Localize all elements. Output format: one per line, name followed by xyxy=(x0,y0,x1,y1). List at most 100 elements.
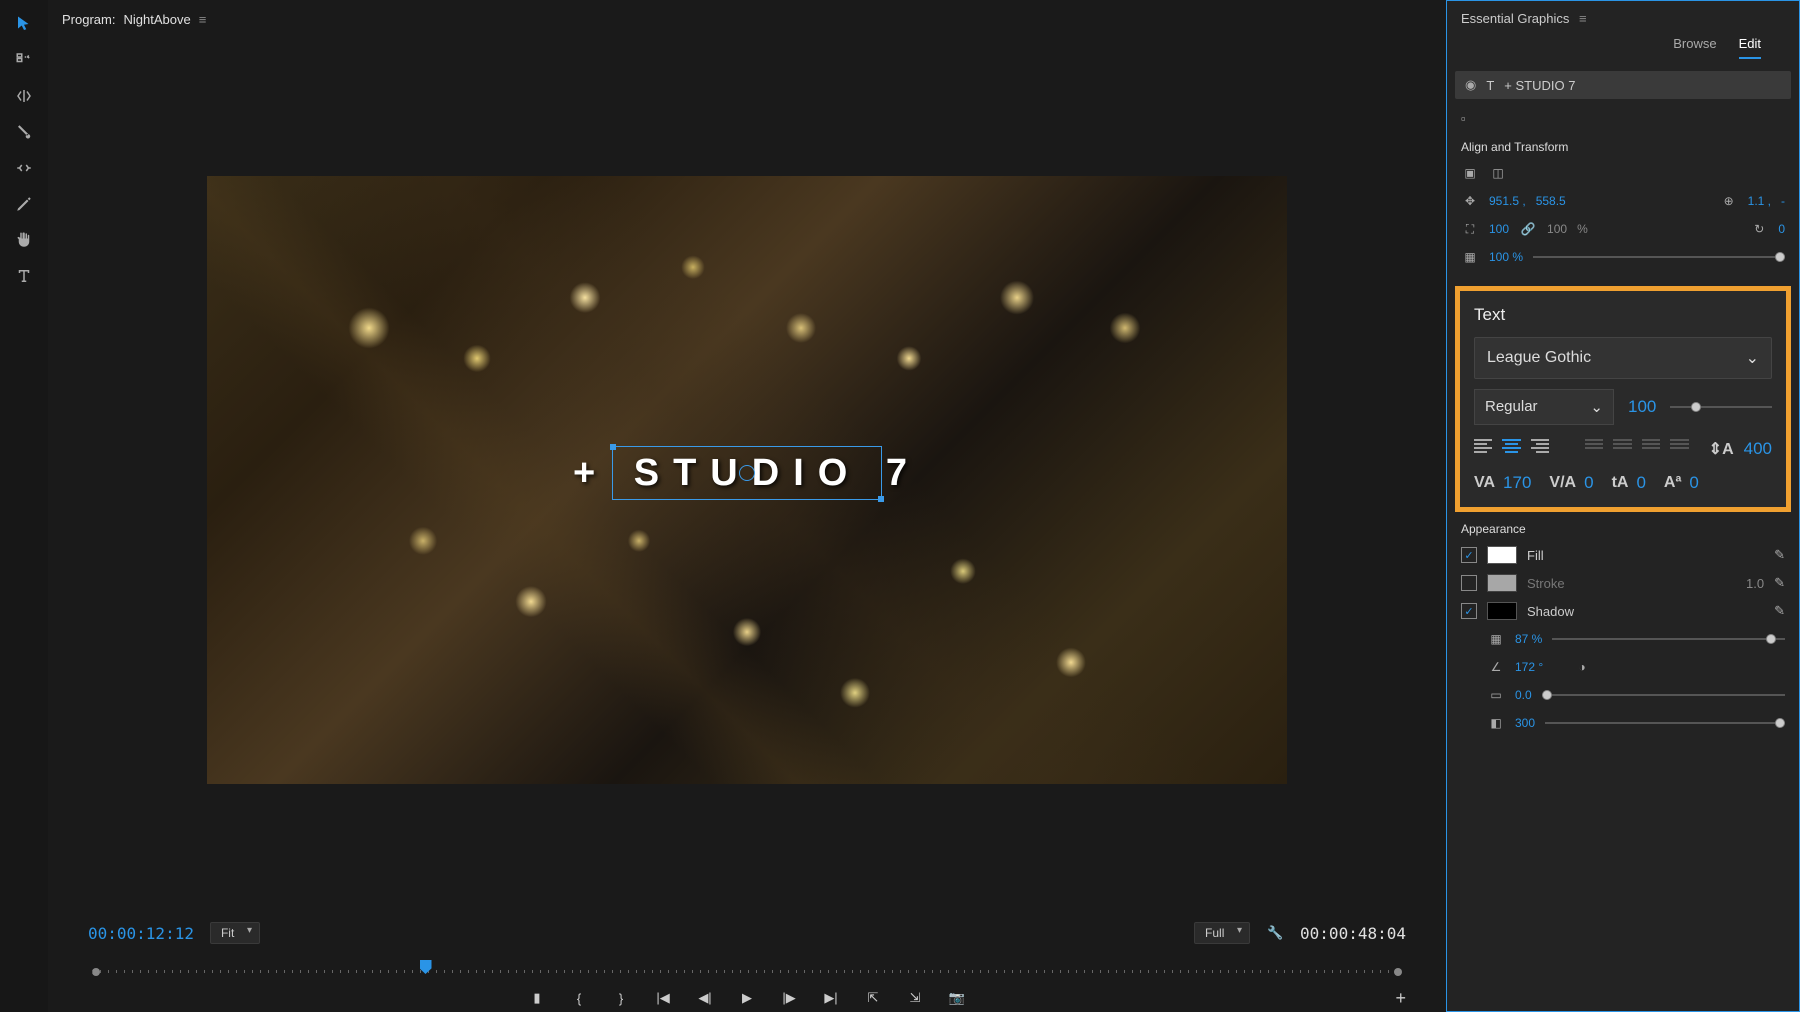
opacity-value[interactable]: 100 % xyxy=(1489,250,1523,264)
stroke-checkbox[interactable] xyxy=(1461,575,1477,591)
extract-icon[interactable]: ⇲ xyxy=(906,990,924,1006)
appearance-section: Appearance ✓ Fill ✎ Stroke 1.0 ✎ ✓ Shado… xyxy=(1447,516,1799,748)
selection-tool[interactable] xyxy=(10,12,38,36)
align-center-button[interactable] xyxy=(1502,439,1520,459)
align-center-icon[interactable]: ◫ xyxy=(1489,164,1507,182)
anchor-x[interactable]: 1.1 , xyxy=(1748,194,1771,208)
font-size-slider[interactable] xyxy=(1670,406,1772,408)
eyedropper-icon[interactable]: ✎ xyxy=(1774,575,1785,591)
tab-browse[interactable]: Browse xyxy=(1673,36,1716,59)
shadow-blur-icon: ◧ xyxy=(1487,714,1505,732)
valign-bot-button[interactable] xyxy=(1642,439,1660,459)
step-forward-icon[interactable]: |▶ xyxy=(780,990,798,1006)
font-style-dropdown[interactable]: Regular ⌄ xyxy=(1474,389,1614,425)
export-frame-icon[interactable]: 📷 xyxy=(948,990,966,1006)
baseline-icon: tA xyxy=(1612,474,1629,492)
kerning-icon: V/A xyxy=(1549,474,1576,492)
align-right-button[interactable] xyxy=(1531,439,1549,459)
lift-icon[interactable]: ⇱ xyxy=(864,990,882,1006)
kerning-value[interactable]: 0 xyxy=(1584,473,1593,493)
scale-icon: ⛶ xyxy=(1461,220,1479,238)
go-to-out-icon[interactable]: ▶| xyxy=(822,990,840,1006)
font-family-dropdown[interactable]: League Gothic ⌄ xyxy=(1474,337,1772,379)
stroke-swatch[interactable] xyxy=(1487,574,1517,592)
shadow-checkbox[interactable]: ✓ xyxy=(1461,603,1477,619)
chevron-down-icon: ⌄ xyxy=(1746,348,1759,368)
layer-name: + STUDIO 7 xyxy=(1504,78,1575,93)
shadow-angle-icon: ∠ xyxy=(1487,658,1505,676)
anchor-y[interactable]: - xyxy=(1781,194,1785,208)
shadow-distance-icon: ▭ xyxy=(1487,686,1505,704)
shadow-blur-slider[interactable] xyxy=(1545,722,1785,724)
zoom-full-dropdown[interactable]: Full xyxy=(1194,922,1250,944)
pin-icon[interactable]: ▫ xyxy=(1461,111,1466,126)
opacity-slider[interactable] xyxy=(1533,256,1785,258)
fill-swatch[interactable] xyxy=(1487,546,1517,564)
layer-item[interactable]: ◉ T + STUDIO 7 xyxy=(1455,71,1791,99)
track-select-tool[interactable] xyxy=(10,48,38,72)
link-icon[interactable]: 🔗 xyxy=(1519,220,1537,238)
shadow-opacity-value[interactable]: 87 % xyxy=(1515,632,1542,646)
step-back-icon[interactable]: ◀| xyxy=(696,990,714,1006)
tracking-value[interactable]: 170 xyxy=(1503,473,1531,493)
align-left-button[interactable] xyxy=(1474,439,1492,459)
mark-in-icon[interactable]: ▮ xyxy=(528,990,546,1006)
current-timecode[interactable]: 00:00:12:12 xyxy=(88,924,194,943)
title-bounding-box[interactable]: + STUDIO 7 xyxy=(612,446,882,500)
tsume-value[interactable]: 0 xyxy=(1689,473,1698,493)
panel-menu-icon[interactable]: ≡ xyxy=(199,12,207,27)
in-point-icon[interactable]: { xyxy=(570,991,588,1006)
anchor-point-icon xyxy=(739,465,755,481)
pen-tool[interactable] xyxy=(10,192,38,216)
go-to-in-icon[interactable]: |◀ xyxy=(654,990,672,1006)
shadow-opacity-slider[interactable] xyxy=(1552,638,1785,640)
position-x[interactable]: 951.5 , xyxy=(1489,194,1526,208)
eyedropper-icon[interactable]: ✎ xyxy=(1774,603,1785,619)
essential-graphics-panel: Essential Graphics ≡ Browse Edit ◉ T + S… xyxy=(1446,0,1800,1012)
slip-tool[interactable] xyxy=(10,156,38,180)
chevron-down-icon: ⌄ xyxy=(1590,398,1603,416)
razor-tool[interactable] xyxy=(10,120,38,144)
valign-top-button[interactable] xyxy=(1585,439,1603,459)
valign-mid-button[interactable] xyxy=(1613,439,1631,459)
visibility-icon[interactable]: ◉ xyxy=(1465,77,1476,93)
program-name: NightAbove xyxy=(123,12,190,27)
text-section-title: Text xyxy=(1474,305,1772,325)
stroke-width[interactable]: 1.0 xyxy=(1746,576,1764,591)
tools-toolbar xyxy=(0,0,48,1012)
font-size-value[interactable]: 100 xyxy=(1628,397,1656,417)
leading-value[interactable]: 400 xyxy=(1744,439,1772,459)
play-icon[interactable]: ▶ xyxy=(738,990,756,1006)
shadow-distance-value[interactable]: 0.0 xyxy=(1515,688,1532,702)
ripple-edit-tool[interactable] xyxy=(10,84,38,108)
duration-timecode: 00:00:48:04 xyxy=(1300,924,1406,943)
scale-w[interactable]: 100 xyxy=(1489,222,1509,236)
add-button-icon[interactable]: + xyxy=(1395,988,1406,1009)
shadow-swatch[interactable] xyxy=(1487,602,1517,620)
tracking-icon: VA xyxy=(1474,474,1495,492)
tsume-icon: Aª xyxy=(1664,474,1681,492)
angle-dial-icon[interactable]: ◑ xyxy=(1573,658,1591,676)
tab-edit[interactable]: Edit xyxy=(1739,36,1761,59)
shadow-angle-value[interactable]: 172 ° xyxy=(1515,660,1543,674)
baseline-value[interactable]: 0 xyxy=(1636,473,1645,493)
align-transform-section: Align and Transform ▣ ◫ ✥ 951.5 , 558.5 … xyxy=(1447,134,1799,282)
anchor-icon: ⊕ xyxy=(1720,192,1738,210)
hand-tool[interactable] xyxy=(10,228,38,252)
eyedropper-icon[interactable]: ✎ xyxy=(1774,547,1785,563)
video-monitor[interactable]: + STUDIO 7 xyxy=(48,38,1446,902)
monitor-controls: 00:00:12:12 Fit Full 🔧 00:00:48:04 ▮ { } xyxy=(48,902,1446,1012)
panel-menu-icon[interactable]: ≡ xyxy=(1579,11,1587,26)
out-point-icon[interactable]: } xyxy=(612,991,630,1006)
shadow-blur-value[interactable]: 300 xyxy=(1515,716,1535,730)
position-y[interactable]: 558.5 xyxy=(1536,194,1566,208)
valign-justify-button[interactable] xyxy=(1670,439,1688,459)
wrench-icon[interactable]: 🔧 xyxy=(1266,924,1284,942)
timeline-scrubber[interactable] xyxy=(92,954,1402,978)
align-box-icon[interactable]: ▣ xyxy=(1461,164,1479,182)
type-tool[interactable] xyxy=(10,264,38,288)
rotation-value[interactable]: 0 xyxy=(1778,222,1785,236)
zoom-fit-dropdown[interactable]: Fit xyxy=(210,922,260,944)
shadow-distance-slider[interactable] xyxy=(1542,694,1785,696)
fill-checkbox[interactable]: ✓ xyxy=(1461,547,1477,563)
